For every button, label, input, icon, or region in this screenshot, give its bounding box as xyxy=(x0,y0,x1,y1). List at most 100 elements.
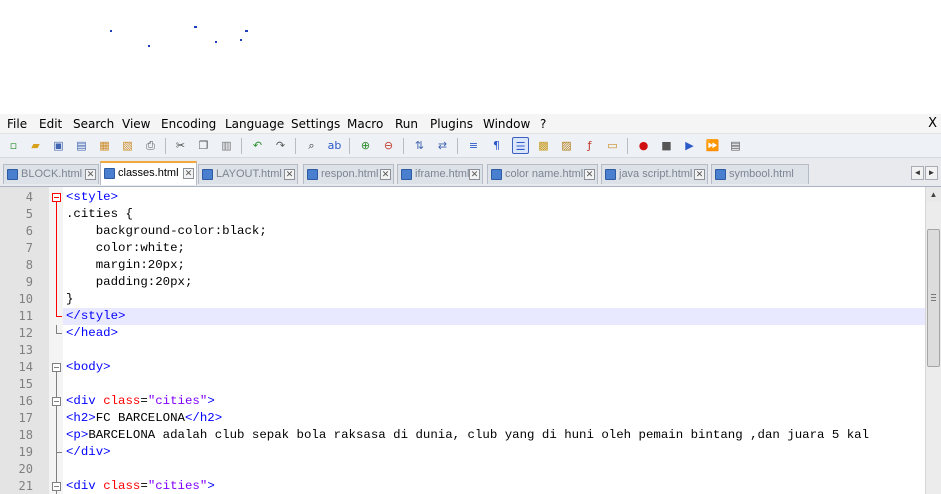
menu-search[interactable]: Search xyxy=(73,117,114,131)
code-editor[interactable]: 4 <style> 5 .cities {6 background-color:bla… xyxy=(0,187,941,494)
save-macro-icon[interactable]: ▤ xyxy=(727,137,744,154)
close-document-button[interactable]: X xyxy=(928,116,937,131)
doc-map-icon[interactable]: ▩ xyxy=(535,137,552,154)
monitoring-icon[interactable]: ▭ xyxy=(604,137,621,154)
function-list-icon[interactable]: ▨ xyxy=(558,137,575,154)
menu-help[interactable]: ? xyxy=(540,117,546,131)
artifact-dot xyxy=(194,26,197,28)
code-line[interactable]: 19 </div> xyxy=(0,444,941,461)
code-token: FC BARCELONA xyxy=(95,411,185,425)
document-tab-bar: BLOCK.html ✕ classes.html ✕ LAYOUT.html … xyxy=(0,158,941,187)
code-line[interactable]: 12 </head> xyxy=(0,325,941,342)
sync-vertical-icon[interactable]: ⇅ xyxy=(411,137,428,154)
tab-java-script-html[interactable]: java script.html ✕ xyxy=(601,164,708,184)
code-line[interactable]: 10} xyxy=(0,291,941,308)
code-line[interactable]: 16 <div class="cities"> xyxy=(0,393,941,410)
close-tab-icon[interactable]: ✕ xyxy=(584,169,595,180)
code-line[interactable]: 5 .cities { xyxy=(0,206,941,223)
close-tab-icon[interactable]: ✕ xyxy=(469,169,480,180)
vertical-scrollbar[interactable]: ▲ xyxy=(925,187,941,494)
copy-icon[interactable]: ❐ xyxy=(195,137,212,154)
tab-label: LAYOUT.html xyxy=(216,168,282,180)
artifact-dot xyxy=(240,39,242,41)
close-icon[interactable]: ▦ xyxy=(96,137,113,154)
tab-scroll-left-button[interactable]: ◄ xyxy=(911,166,924,180)
cut-icon[interactable]: ✂ xyxy=(172,137,189,154)
word-wrap-icon[interactable]: ≡ xyxy=(465,137,482,154)
play-macro-icon[interactable]: ▶ xyxy=(681,137,698,154)
code-line[interactable]: 18 <p>BARCELONA adalah club sepak bola ra… xyxy=(0,427,941,444)
tab-scroll-right-button[interactable]: ► xyxy=(925,166,938,180)
show-all-chars-icon[interactable]: ¶ xyxy=(488,137,505,154)
open-file-icon[interactable]: ▰ xyxy=(27,137,44,154)
code-line[interactable]: 8 margin:20px; xyxy=(0,257,941,274)
menu-settings[interactable]: Settings xyxy=(291,117,340,131)
save-icon[interactable]: ▣ xyxy=(50,137,67,154)
redo-icon[interactable]: ↷ xyxy=(272,137,289,154)
fold-toggle-icon[interactable] xyxy=(52,397,61,406)
save-all-icon[interactable]: ▤ xyxy=(73,137,90,154)
menu-file[interactable]: File xyxy=(7,117,27,131)
fold-toggle-icon[interactable] xyxy=(52,193,61,202)
replace-icon[interactable]: ab xyxy=(326,137,343,154)
code-line[interactable]: 13 xyxy=(0,342,941,359)
tab-iframe-html[interactable]: iframe.html ✕ xyxy=(397,164,483,184)
menu-view[interactable]: View xyxy=(122,117,150,131)
code-line[interactable]: 17 <h2>FC BARCELONA</h2> xyxy=(0,410,941,427)
menu-encoding[interactable]: Encoding xyxy=(161,117,216,131)
folder-workspace-icon[interactable]: ƒ xyxy=(581,137,598,154)
menu-run[interactable]: Run xyxy=(395,117,418,131)
tab-block-html[interactable]: BLOCK.html ✕ xyxy=(3,164,99,184)
fold-guide xyxy=(56,316,62,317)
code-line[interactable]: 11 </style> xyxy=(0,308,941,325)
code-line[interactable]: 7 color:white; xyxy=(0,240,941,257)
code-line[interactable]: 9 padding:20px; xyxy=(0,274,941,291)
indent-guide-icon[interactable]: ☰ xyxy=(512,137,529,154)
scroll-up-icon[interactable]: ▲ xyxy=(926,187,941,202)
code-text: background-color:black; xyxy=(66,223,267,240)
code-line[interactable]: 21 <div class="cities"> xyxy=(0,478,941,494)
fold-guide xyxy=(56,333,62,334)
code-token: BARCELONA adalah club sepak bola raksasa… xyxy=(88,428,870,442)
code-line[interactable]: 15 xyxy=(0,376,941,393)
zoom-in-icon[interactable]: ⊕ xyxy=(357,137,374,154)
tab-label: java script.html xyxy=(619,168,693,180)
print-icon[interactable]: ⎙ xyxy=(142,137,159,154)
tab-symbool-html[interactable]: symbool.html xyxy=(711,164,809,184)
record-macro-icon[interactable]: ● xyxy=(635,137,652,154)
tab-classes-html[interactable]: classes.html ✕ xyxy=(100,161,197,185)
run-macro-multiple-icon[interactable]: ⏩ xyxy=(704,137,721,154)
tab-respon-html[interactable]: respon.html ✕ xyxy=(303,164,394,184)
zoom-out-icon[interactable]: ⊖ xyxy=(380,137,397,154)
scrollbar-thumb[interactable] xyxy=(927,229,940,367)
close-tab-icon[interactable]: ✕ xyxy=(284,169,295,180)
menu-window[interactable]: Window xyxy=(483,117,530,131)
code-line[interactable]: 6 background-color:black; xyxy=(0,223,941,240)
code-line[interactable]: 20 xyxy=(0,461,941,478)
fold-toggle-icon[interactable] xyxy=(52,482,61,491)
code-token: <p> xyxy=(66,428,89,442)
close-tab-icon[interactable]: ✕ xyxy=(183,168,194,179)
menu-language[interactable]: Language xyxy=(225,117,284,131)
menu-edit[interactable]: Edit xyxy=(39,117,62,131)
fold-toggle-icon[interactable] xyxy=(52,363,61,372)
new-file-icon[interactable]: ▫ xyxy=(5,137,22,154)
undo-icon[interactable]: ↶ xyxy=(249,137,266,154)
blank-area xyxy=(0,0,941,114)
close-all-icon[interactable]: ▧ xyxy=(119,137,136,154)
tab-layout-html[interactable]: LAYOUT.html ✕ xyxy=(198,164,298,184)
sync-horizontal-icon[interactable]: ⇄ xyxy=(434,137,451,154)
close-tab-icon[interactable]: ✕ xyxy=(694,169,705,180)
menu-macro[interactable]: Macro xyxy=(347,117,383,131)
menu-plugins[interactable]: Plugins xyxy=(430,117,473,131)
close-tab-icon[interactable]: ✕ xyxy=(85,169,96,180)
code-line[interactable]: 14 <body> xyxy=(0,359,941,376)
find-icon[interactable]: ⌕ xyxy=(303,137,320,154)
tab-label: color name.html xyxy=(505,168,584,180)
paste-icon[interactable]: ▥ xyxy=(218,137,235,154)
tab-color-name-html[interactable]: color name.html ✕ xyxy=(487,164,598,184)
close-tab-icon[interactable]: ✕ xyxy=(380,169,391,180)
stop-record-icon[interactable]: ■ xyxy=(658,137,675,154)
code-line[interactable]: 4 <style> xyxy=(0,189,941,206)
code-token: <div xyxy=(66,394,104,408)
